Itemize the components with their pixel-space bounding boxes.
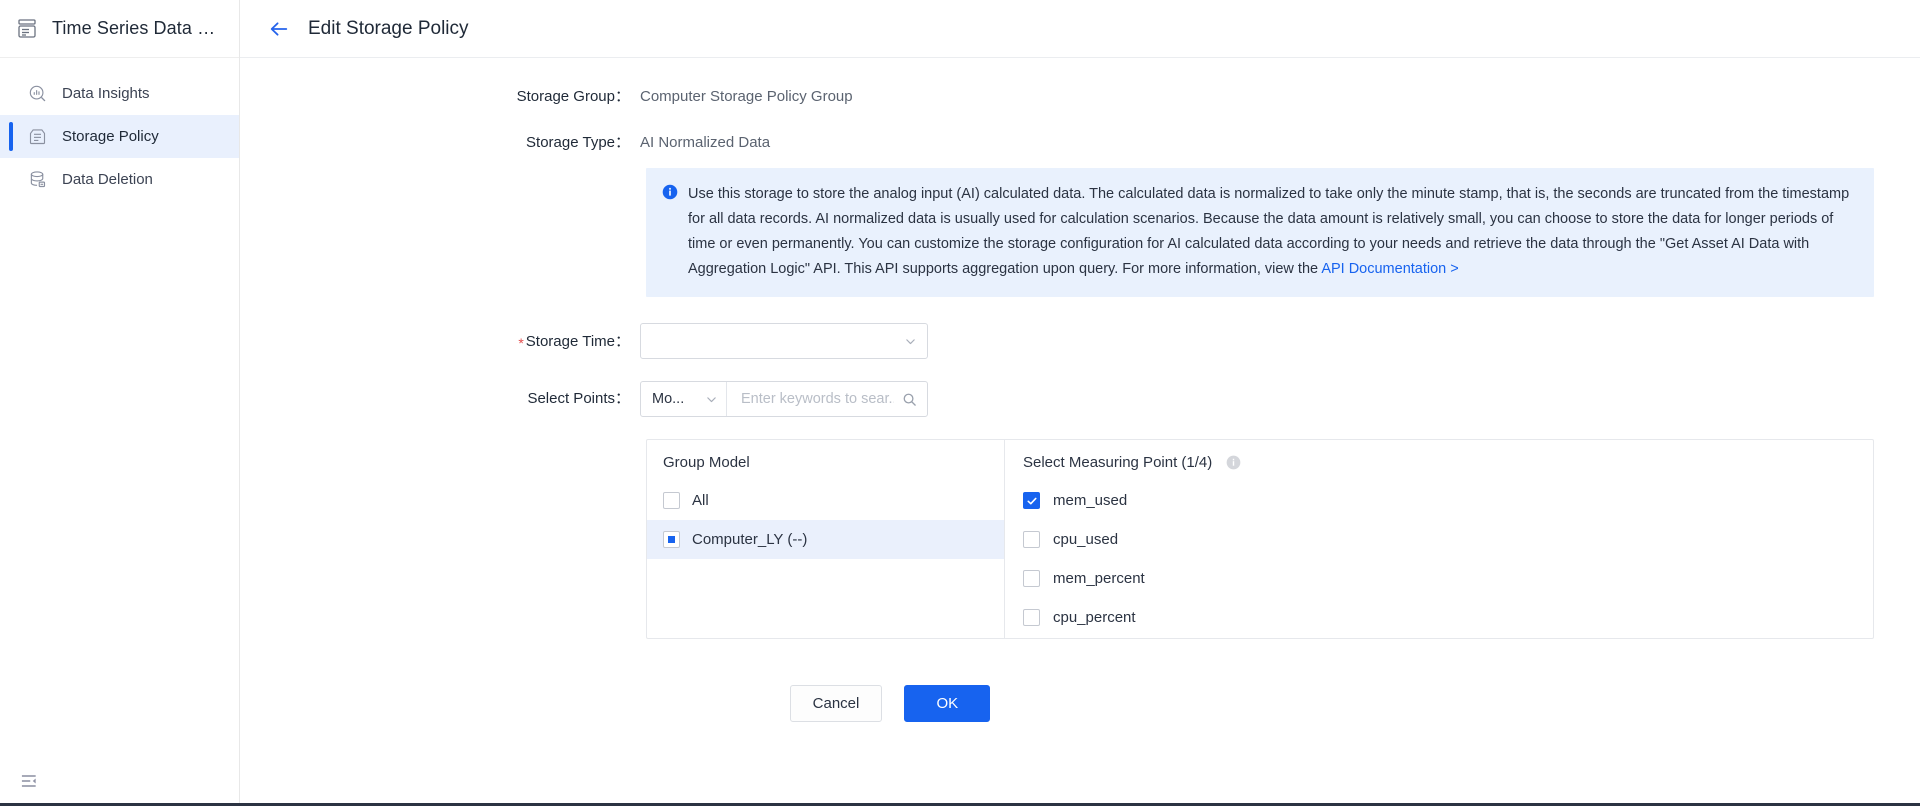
chevron-down-icon [904,335,917,348]
measuring-point-item-cpu-used[interactable]: cpu_used [1005,520,1873,559]
select-points-control: Mo... [640,381,928,417]
sidebar-header: Time Series Data … [0,0,239,58]
chart-search-icon [26,83,48,105]
storage-time-label: * Storage Time： [240,330,640,353]
select-points-label: Select Points： [527,390,630,407]
checkbox-unchecked-icon[interactable] [1023,531,1040,548]
points-search-wrapper [727,382,927,416]
select-measuring-point-panel: Select Measuring Point (1/4) mem_used cp… [1005,440,1873,638]
sidebar: Time Series Data … Data Insights Storage… [0,0,240,806]
ok-button[interactable]: OK [904,685,991,722]
app-root: Time Series Data … Data Insights Storage… [0,0,1920,806]
sidebar-item-label: Storage Policy [62,128,159,145]
field-storage-time: * Storage Time： [240,323,1920,359]
measuring-point-item-mem-percent[interactable]: mem_percent [1005,559,1873,598]
collapse-sidebar-icon[interactable] [18,770,40,792]
storage-group-value: Computer Storage Policy Group [640,88,853,105]
form-content: Storage Group： Computer Storage Policy G… [240,58,1920,806]
database-stack-icon [14,16,40,42]
group-model-item-label: All [692,492,709,509]
measuring-point-item-label: mem_used [1053,492,1128,509]
measuring-point-item-mem-used[interactable]: mem_used [1005,481,1873,520]
back-arrow-icon[interactable] [268,18,290,40]
sidebar-footer [18,770,40,792]
measuring-point-item-label: cpu_used [1053,531,1119,548]
storage-time-label-text: Storage Time： [525,332,630,350]
info-circle-filled-icon [662,184,678,282]
select-measuring-point-heading: Select Measuring Point (1/4) [1005,454,1873,481]
sidebar-item-data-insights[interactable]: Data Insights [0,72,239,115]
measuring-point-panel: Group Model All Computer_LY (--) Select … [646,439,1874,639]
group-model-item-label: Computer_LY (--) [692,531,808,548]
points-mode-value: Mo... [652,391,685,407]
checkbox-unchecked-icon[interactable] [1023,570,1040,587]
storage-type-label: Storage Type： [526,134,630,151]
storage-group-label: Storage Group： [516,88,630,105]
form-actions: Cancel OK [240,685,1920,722]
cancel-button[interactable]: Cancel [789,685,883,722]
measuring-point-item-cpu-percent[interactable]: cpu_percent [1005,598,1873,637]
database-delete-icon [26,169,48,191]
field-select-points: Select Points： Mo... [240,381,1920,417]
checkbox-unchecked-icon[interactable] [1023,609,1040,626]
group-model-heading: Group Model [663,454,750,471]
sidebar-item-data-deletion[interactable]: Data Deletion [0,158,239,201]
field-storage-group: Storage Group： Computer Storage Policy G… [240,86,1920,108]
checkbox-indeterminate-icon[interactable] [663,531,680,548]
app-title: Time Series Data … [52,18,216,38]
checkbox-checked-icon[interactable] [1023,492,1040,509]
info-alert-body: Use this storage to store the analog inp… [688,186,1850,277]
points-mode-select[interactable]: Mo... [641,382,727,416]
field-storage-type: Storage Type： AI Normalized Data [240,132,1920,154]
group-model-panel: Group Model All Computer_LY (--) [647,440,1005,638]
sidebar-item-label: Data Deletion [62,171,153,188]
chevron-down-icon [705,393,718,406]
main-content: Edit Storage Policy Storage Group： Compu… [240,0,1920,806]
storage-time-select[interactable] [640,323,928,359]
required-asterisk: * [518,334,524,351]
search-input[interactable] [739,390,896,408]
info-alert-text: Use this storage to store the analog inp… [688,182,1856,282]
measuring-point-item-label: mem_percent [1053,570,1145,587]
info-alert: Use this storage to store the analog inp… [646,168,1874,297]
sidebar-item-storage-policy[interactable]: Storage Policy [0,115,239,158]
storage-layers-icon [26,126,48,148]
info-circle-icon[interactable] [1226,455,1241,470]
api-documentation-link[interactable]: API Documentation > [1321,261,1458,277]
search-icon[interactable] [902,392,917,407]
select-measuring-point-heading-text: Select Measuring Point (1/4) [1023,454,1213,471]
group-model-item-computer-ly[interactable]: Computer_LY (--) [647,520,1004,559]
storage-type-value: AI Normalized Data [640,134,771,151]
sidebar-item-label: Data Insights [62,85,150,102]
checkbox-unchecked-icon[interactable] [663,492,680,509]
page-title: Edit Storage Policy [308,17,469,39]
group-model-item-all[interactable]: All [647,481,1004,520]
sidebar-nav: Data Insights Storage Policy Data Deleti… [0,58,239,201]
measuring-point-item-label: cpu_percent [1053,609,1136,626]
page-header: Edit Storage Policy [240,0,1920,58]
